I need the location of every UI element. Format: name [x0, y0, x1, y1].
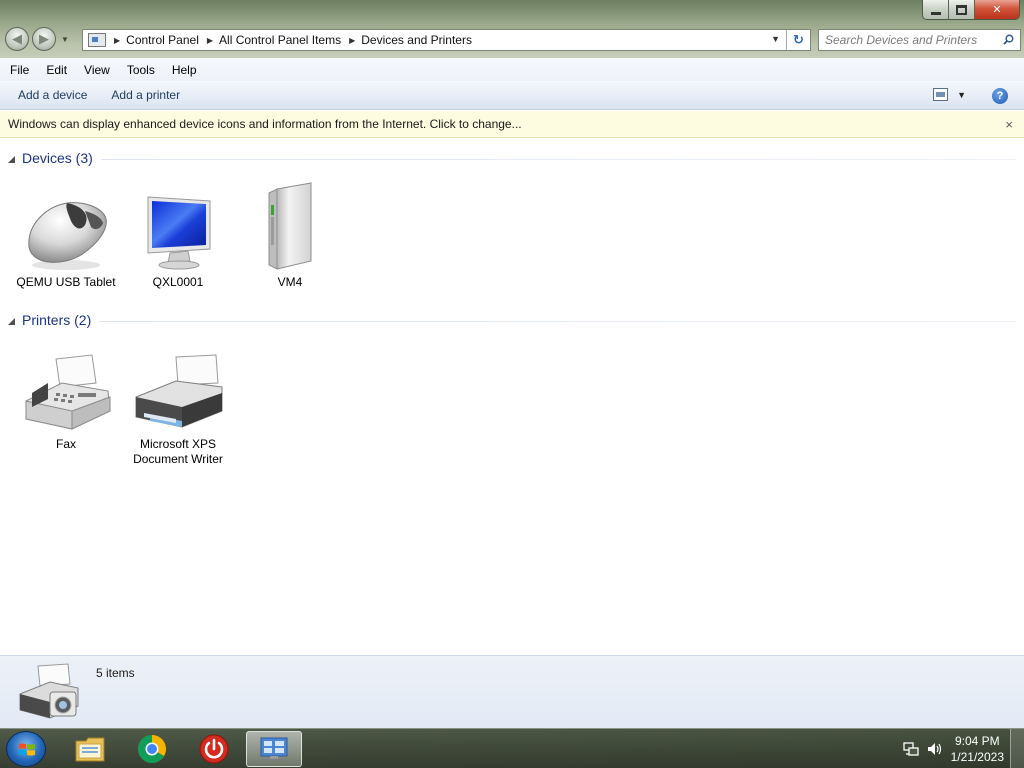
device-item[interactable]: QXL0001 — [128, 179, 228, 290]
address-bar[interactable]: ▶ Control Panel ▶ All Control Panel Item… — [82, 29, 811, 51]
group-title-devices[interactable]: Devices (3) — [22, 150, 93, 166]
printer-icon — [128, 341, 228, 433]
monitor-icon — [128, 179, 228, 271]
start-button[interactable] — [6, 731, 46, 767]
volume-icon[interactable] — [927, 741, 943, 757]
group-divider — [100, 158, 1016, 160]
device-item[interactable]: VM4 — [240, 179, 340, 290]
restore-button[interactable] — [949, 0, 975, 19]
fax-icon — [16, 341, 116, 433]
clock-time: 9:04 PM — [954, 733, 1000, 748]
help-icon: ? — [996, 90, 1004, 102]
minimize-icon — [930, 11, 941, 15]
printer-item[interactable]: Microsoft XPS Document Writer — [128, 341, 228, 467]
taskbar-chrome-button[interactable] — [124, 731, 180, 767]
search-icon[interactable] — [1003, 34, 1014, 45]
info-bar-message[interactable]: Windows can display enhanced device icon… — [8, 117, 522, 131]
chrome-icon — [138, 735, 166, 763]
taskbar-power-button[interactable] — [186, 731, 242, 767]
group-header-printers[interactable]: Printers (2) — [8, 310, 1016, 330]
device-label: QEMU USB Tablet — [16, 275, 116, 289]
menu-edit[interactable]: Edit — [40, 60, 73, 80]
info-bar-close-icon[interactable]: × — [1005, 117, 1013, 132]
windows-logo-icon — [19, 743, 35, 756]
navigation-buttons: ◀ ▶ ▼ — [5, 27, 69, 51]
system-tray: 9:04 PM 1/21/2023 — [902, 729, 1024, 768]
restore-icon — [956, 4, 967, 15]
device-item[interactable]: QEMU USB Tablet — [16, 179, 116, 290]
menu-help[interactable]: Help — [166, 60, 203, 80]
devices-printers-icon — [19, 663, 79, 719]
change-view-button[interactable]: ▼ — [933, 88, 966, 101]
breadcrumb-all-control-panel-items[interactable]: All Control Panel Items — [219, 33, 341, 47]
view-dropdown-icon[interactable]: ▼ — [957, 90, 966, 100]
show-desktop-button[interactable] — [1010, 729, 1024, 768]
info-bar[interactable]: Windows can display enhanced device icon… — [0, 111, 1024, 138]
close-icon: ✕ — [992, 4, 1002, 16]
clock-date: 1/21/2023 — [950, 749, 1004, 764]
recent-pages-dropdown-icon[interactable]: ▼ — [61, 35, 69, 44]
breadcrumb-chevron-icon[interactable]: ▶ — [349, 36, 355, 45]
address-dropdown-icon[interactable]: ▼ — [771, 34, 780, 44]
content-area: Devices (3) QEMU USB Tablet QXL0001 VM4 … — [0, 139, 1024, 655]
view-icon — [933, 88, 949, 101]
control-panel-icon — [88, 33, 106, 47]
close-button[interactable]: ✕ — [975, 0, 1019, 19]
minimize-button[interactable] — [923, 0, 949, 19]
menu-tools[interactable]: Tools — [121, 60, 161, 80]
devices-and-printers-window: ✕ ◀ ▶ ▼ ▶ Control Panel ▶ All Control Pa… — [0, 0, 1024, 728]
collapse-arrow-icon[interactable] — [8, 155, 15, 163]
taskbar-clock[interactable]: 9:04 PM 1/21/2023 — [951, 733, 1004, 765]
group-divider — [99, 320, 1016, 322]
details-pane: 5 items — [0, 655, 1024, 728]
power-icon — [199, 734, 229, 764]
breadcrumb-devices-and-printers[interactable]: Devices and Printers — [361, 33, 472, 47]
menu-bar: File Edit View Tools Help — [0, 58, 1024, 81]
help-button[interactable]: ? — [992, 88, 1008, 104]
device-label: VM4 — [277, 275, 303, 289]
menu-file[interactable]: File — [4, 60, 35, 80]
printer-item[interactable]: Fax — [16, 341, 116, 452]
forward-button[interactable]: ▶ — [32, 27, 56, 51]
refresh-button[interactable]: ↻ — [786, 30, 810, 50]
computer-tower-icon — [240, 179, 340, 271]
group-title-printers[interactable]: Printers (2) — [22, 312, 91, 328]
back-arrow-icon: ◀ — [12, 31, 22, 46]
taskbar-explorer-button[interactable] — [62, 731, 118, 767]
caption-buttons: ✕ — [922, 0, 1020, 20]
menu-view[interactable]: View — [78, 60, 116, 80]
taskbar-devices-printers-button[interactable] — [246, 731, 302, 767]
add-device-button[interactable]: Add a device — [12, 84, 93, 106]
forward-arrow-icon: ▶ — [39, 31, 49, 46]
network-icon[interactable] — [902, 741, 919, 757]
device-label: QXL0001 — [152, 275, 204, 289]
item-count: 5 items — [96, 666, 135, 680]
title-bar: ✕ ◀ ▶ ▼ ▶ Control Panel ▶ All Control Pa… — [0, 0, 1024, 58]
devices-printers-icon — [260, 737, 288, 761]
search-input[interactable] — [825, 33, 1001, 47]
taskbar: 9:04 PM 1/21/2023 — [0, 728, 1024, 768]
collapse-arrow-icon[interactable] — [8, 317, 15, 325]
add-printer-button[interactable]: Add a printer — [105, 84, 186, 106]
breadcrumb-chevron-icon[interactable]: ▶ — [207, 36, 213, 45]
command-bar: Add a device Add a printer ▼ ? — [0, 81, 1024, 110]
printer-label: Fax — [55, 437, 76, 451]
mouse-icon — [16, 179, 116, 271]
group-header-devices[interactable]: Devices (3) — [8, 148, 1016, 168]
breadcrumb-chevron-icon[interactable]: ▶ — [114, 36, 120, 45]
breadcrumb-control-panel[interactable]: Control Panel — [126, 33, 199, 47]
windows-explorer-icon — [75, 737, 105, 762]
refresh-icon: ↻ — [793, 32, 804, 47]
printer-label: Microsoft XPS Document Writer — [133, 437, 223, 466]
search-box[interactable] — [818, 29, 1021, 51]
back-button[interactable]: ◀ — [5, 27, 29, 51]
